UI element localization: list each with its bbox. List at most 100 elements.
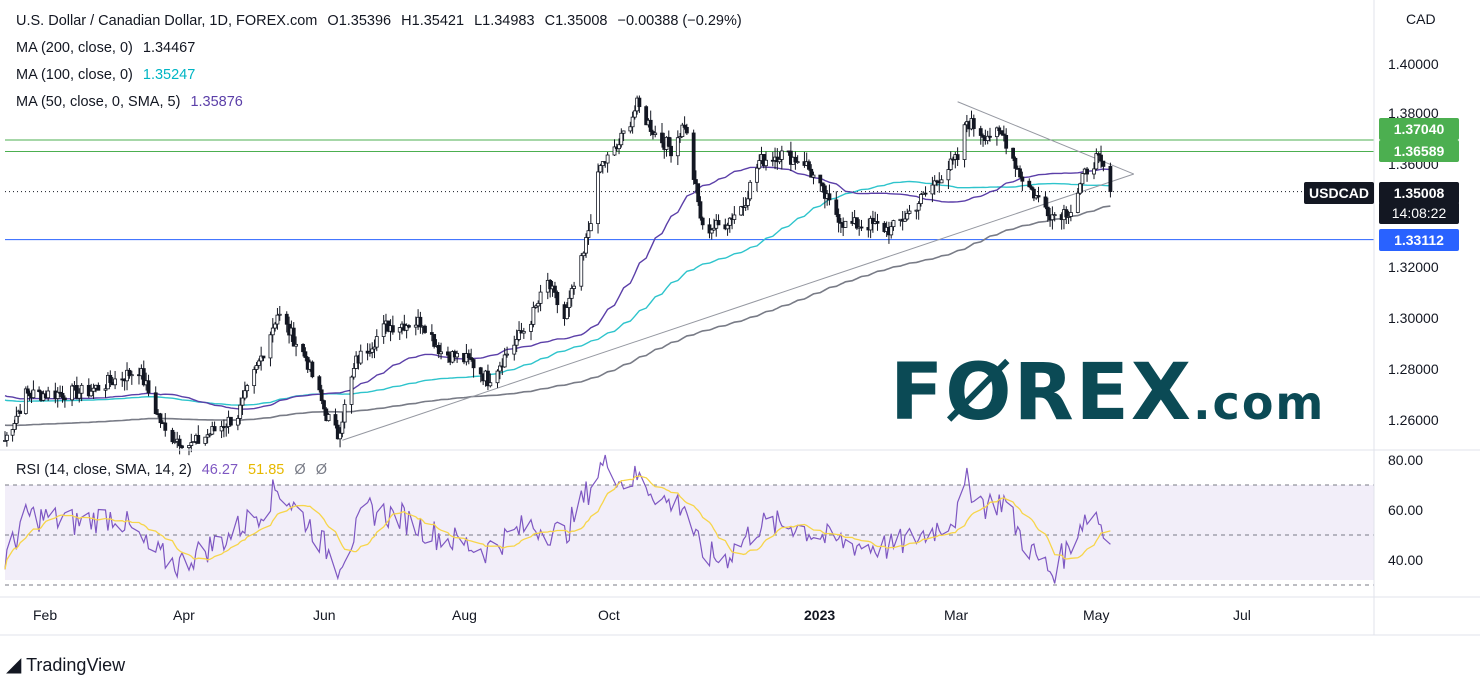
candle-body	[521, 330, 526, 334]
candle-body	[432, 334, 437, 347]
candle-body	[284, 313, 289, 325]
candle-body	[653, 132, 658, 135]
candle-body	[423, 325, 427, 333]
candle-body	[834, 199, 839, 215]
candle-body	[1027, 180, 1032, 188]
candle-body	[1092, 168, 1096, 175]
ma50-value: 1.35876	[190, 94, 243, 110]
ohlc-open: O1.35396	[327, 13, 392, 29]
ma100-legend[interactable]: MA (100, close, 0) 1.35247	[16, 67, 201, 83]
ma100-value: 1.35247	[142, 67, 196, 83]
candle-body	[675, 137, 680, 157]
candle-body	[1099, 154, 1103, 162]
candle-body	[666, 136, 671, 147]
candle-body	[648, 119, 653, 132]
rsi-label: RSI (14, close, SMA, 14, 2)	[16, 462, 192, 478]
candle-body	[598, 165, 603, 173]
candle-body	[505, 353, 509, 356]
candle-body	[113, 378, 117, 386]
candle-body	[129, 374, 134, 377]
time-tick-feb: Feb	[33, 607, 58, 623]
time-tick-jul: Jul	[1233, 607, 1251, 623]
candle-body	[1078, 183, 1083, 194]
candle-body	[531, 307, 536, 325]
time-tick-jun: Jun	[313, 607, 336, 623]
candle-body	[1018, 168, 1022, 178]
candle-body	[488, 382, 493, 387]
rsi-legend[interactable]: RSI (14, close, SMA, 14, 2) 46.27 51.85 …	[16, 462, 333, 478]
candle-body	[203, 436, 208, 444]
candle-body	[700, 217, 705, 226]
candle-body	[555, 292, 560, 306]
candle-body	[579, 255, 584, 287]
price-tick-1: 1.40000	[1388, 56, 1439, 72]
rsi-sma-value: 51.85	[248, 462, 285, 478]
candle-body	[572, 285, 576, 289]
tradingview-logo[interactable]: ◢ TradingView	[6, 652, 125, 677]
candle-body	[439, 351, 443, 355]
rsi-value: 46.27	[201, 462, 239, 478]
candle-body	[1085, 168, 1089, 175]
candle-body	[256, 360, 261, 366]
ma50-label: MA (50, close, 0, SMA, 5)	[16, 94, 181, 110]
candle-body	[146, 380, 151, 394]
header-legend: U.S. Dollar / Canadian Dollar, 1D, FOREX…	[16, 13, 748, 29]
candle-body	[725, 224, 730, 230]
rsi-band	[5, 485, 1374, 580]
candle-body	[1108, 166, 1113, 192]
candle-body	[916, 203, 921, 211]
candle-body	[691, 132, 696, 180]
candle-body	[1064, 209, 1069, 218]
rsi-tick-40: 40.00	[1388, 552, 1424, 568]
candle-body	[25, 388, 30, 394]
level-tag-1: 1.37040	[1379, 118, 1459, 140]
candle-body	[340, 421, 345, 434]
ohlc-change: −0.00388 (−0.29%)	[617, 13, 742, 29]
ma50-legend[interactable]: MA (50, close, 0, SMA, 5) 1.35876	[16, 94, 249, 110]
candle-body	[630, 116, 635, 128]
candle-body	[1013, 157, 1018, 169]
candle-body	[77, 392, 82, 399]
candle-body	[1011, 147, 1015, 159]
candle-body	[70, 385, 74, 401]
symbol-title: U.S. Dollar / Canadian Dollar, 1D, FOREX…	[16, 13, 318, 29]
candle-body	[889, 226, 894, 236]
candle-body	[553, 285, 557, 293]
ma200-legend[interactable]: MA (200, close, 0) 1.34467	[16, 40, 201, 56]
candle-body	[923, 192, 928, 195]
candle-body	[270, 327, 275, 336]
candle-body	[748, 181, 753, 200]
candle-body	[10, 429, 15, 436]
candle-body	[818, 174, 823, 184]
candle-body	[177, 438, 182, 447]
candle-body	[538, 291, 543, 304]
candle-body	[317, 376, 322, 391]
candle-body	[12, 423, 17, 430]
candle-body	[254, 365, 259, 370]
candle-body	[1052, 214, 1057, 217]
candle-body	[820, 182, 825, 187]
price-tick-6: 1.28000	[1388, 361, 1439, 377]
candle-body	[694, 179, 698, 185]
time-tick-aug: Aug	[452, 607, 477, 623]
candle-body	[91, 387, 96, 392]
candle-body	[684, 126, 689, 134]
candle-body	[338, 432, 342, 440]
candle-body	[170, 429, 175, 443]
candle-body	[374, 336, 379, 348]
rsi-extra-1: Ø	[294, 462, 306, 478]
candle-body	[605, 154, 610, 164]
candle-body	[755, 167, 759, 183]
candle-body	[46, 390, 51, 399]
candle-body	[827, 193, 832, 201]
candle-body	[617, 144, 621, 150]
candle-body	[698, 201, 703, 219]
candle-body	[294, 343, 298, 347]
candle-body	[660, 132, 664, 144]
candle-body	[1094, 153, 1099, 170]
candle-body	[240, 397, 245, 406]
ohlc-close: C1.35008	[544, 13, 608, 29]
candle-body	[268, 334, 273, 359]
candle-body	[245, 385, 250, 392]
candle-body	[1068, 212, 1073, 217]
